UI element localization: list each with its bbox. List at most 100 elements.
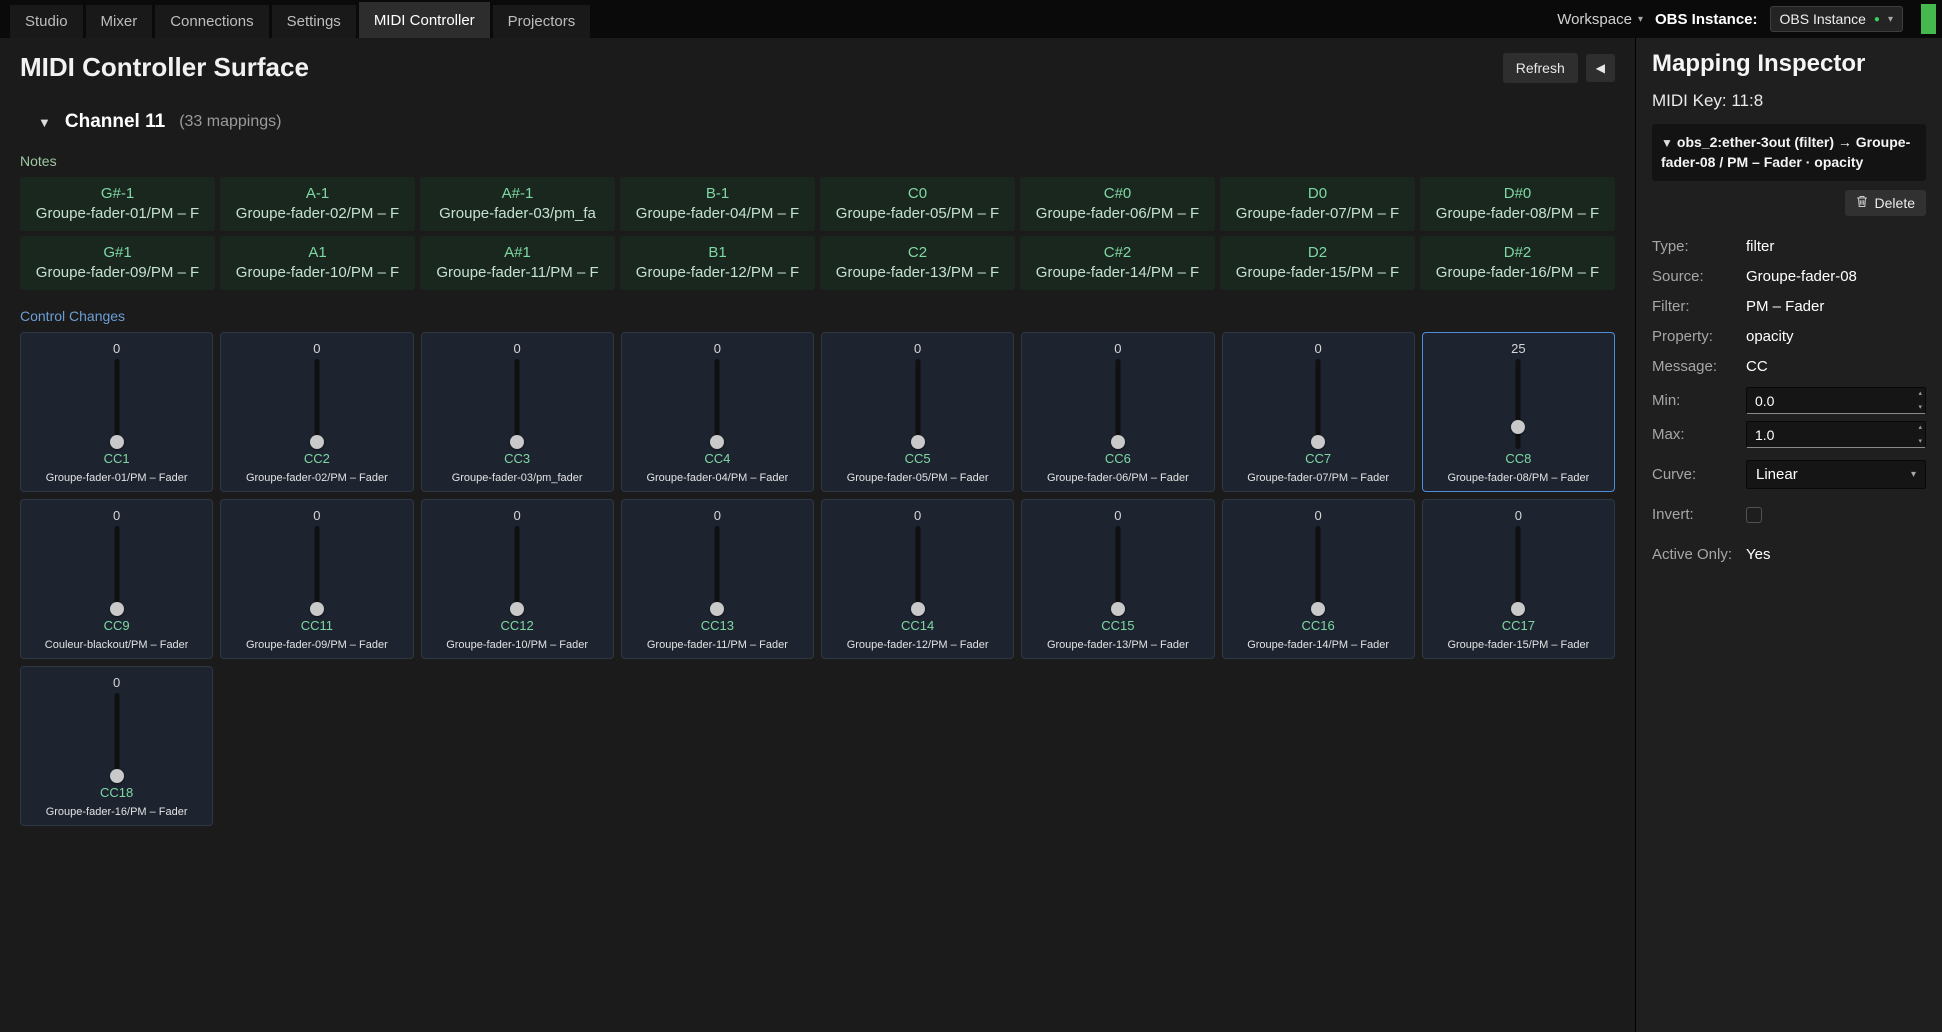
note-target: Groupe-fader-11/PM – F	[436, 264, 599, 281]
note-mapping-card[interactable]: C#0 Groupe-fader-06/PM – F	[1020, 177, 1215, 231]
spin-up-icon[interactable]: ▴	[1918, 424, 1922, 431]
cc-fader-slider[interactable]	[828, 359, 1007, 450]
note-mapping-card[interactable]: B1 Groupe-fader-12/PM – F	[620, 236, 815, 290]
note-mapping-card[interactable]: A#-1 Groupe-fader-03/pm_fa	[420, 177, 615, 231]
slider-thumb[interactable]	[109, 435, 124, 450]
cc-fader-slider[interactable]	[428, 359, 607, 450]
note-mapping-card[interactable]: G#1 Groupe-fader-09/PM – F	[20, 236, 215, 290]
cc-fader-card[interactable]: 0 CC14 Groupe-fader-12/PM – Fader	[821, 499, 1015, 659]
slider-thumb[interactable]	[910, 435, 925, 450]
cc-fader-slider[interactable]	[628, 526, 807, 617]
note-mapping-card[interactable]: C#2 Groupe-fader-14/PM – F	[1020, 236, 1215, 290]
cc-fader-card[interactable]: 0 CC1 Groupe-fader-01/PM – Fader	[20, 332, 214, 492]
slider-thumb[interactable]	[1110, 602, 1125, 617]
cc-value: 25	[1511, 341, 1526, 356]
cc-fader-slider[interactable]	[227, 526, 406, 617]
cc-fader-slider[interactable]	[27, 359, 206, 450]
max-input-field[interactable]	[1747, 422, 1925, 448]
slider-thumb[interactable]	[710, 602, 725, 617]
note-mapping-card[interactable]: A#1 Groupe-fader-11/PM – F	[420, 236, 615, 290]
obs-instance-select[interactable]: OBS Instance ● ▾	[1769, 6, 1903, 32]
invert-checkbox[interactable]	[1746, 506, 1762, 523]
cc-fader-slider[interactable]	[1028, 359, 1207, 450]
cc-fader-slider[interactable]	[1429, 526, 1608, 617]
slider-thumb[interactable]	[309, 602, 324, 617]
cc-value: 0	[313, 341, 321, 356]
cc-fader-card[interactable]: 0 CC12 Groupe-fader-10/PM – Fader	[420, 499, 614, 659]
cc-fader-card[interactable]: 0 CC11 Groupe-fader-09/PM – Fader	[220, 499, 414, 659]
cc-fader-card[interactable]: 0 CC2 Groupe-fader-02/PM – Fader	[220, 332, 414, 492]
delete-button[interactable]: Delete	[1844, 189, 1926, 216]
cc-fader-card[interactable]: 0 CC3 Groupe-fader-03/pm_fader	[420, 332, 614, 492]
note-name: C#2	[1103, 244, 1132, 261]
slider-thumb[interactable]	[309, 435, 324, 450]
slider-thumb[interactable]	[510, 602, 525, 617]
note-mapping-card[interactable]: D#0 Groupe-fader-08/PM – F	[1420, 177, 1615, 231]
tab-projectors[interactable]: Projectors	[492, 5, 591, 38]
note-mapping-card[interactable]: A1 Groupe-fader-10/PM – F	[220, 236, 415, 290]
tab-midi-controller[interactable]: MIDI Controller	[358, 2, 490, 38]
cc-value: 0	[513, 508, 521, 523]
cc-fader-card[interactable]: 0 CC4 Groupe-fader-04/PM – Fader	[620, 332, 814, 492]
tab-studio[interactable]: Studio	[10, 5, 83, 38]
cc-fader-slider[interactable]	[27, 693, 206, 784]
cc-fader-card[interactable]: 0 CC13 Groupe-fader-11/PM – Fader	[620, 499, 814, 659]
slider-thumb[interactable]	[1511, 419, 1526, 434]
cc-fader-card[interactable]: 25 CC8 Groupe-fader-08/PM – Fader	[1421, 332, 1615, 492]
note-mapping-card[interactable]: D#2 Groupe-fader-16/PM – F	[1420, 236, 1615, 290]
tab-mixer[interactable]: Mixer	[85, 5, 153, 38]
tab-settings[interactable]: Settings	[271, 5, 356, 38]
note-mapping-card[interactable]: C2 Groupe-fader-13/PM – F	[820, 236, 1015, 290]
cc-fader-card[interactable]: 0 CC16 Groupe-fader-14/PM – Fader	[1221, 499, 1415, 659]
cc-fader-slider[interactable]	[1028, 526, 1207, 617]
spin-up-icon[interactable]: ▴	[1918, 390, 1922, 397]
note-mapping-card[interactable]: B-1 Groupe-fader-04/PM – F	[620, 177, 815, 231]
slider-thumb[interactable]	[1311, 602, 1326, 617]
slider-thumb[interactable]	[710, 435, 725, 450]
note-mapping-card[interactable]: D0 Groupe-fader-07/PM – F	[1220, 177, 1415, 231]
cc-fader-slider[interactable]	[1429, 359, 1608, 450]
cc-fader-card[interactable]: 0 CC9 Couleur-blackout/PM – Fader	[20, 499, 214, 659]
cc-fader-slider[interactable]	[1229, 526, 1408, 617]
workspace-menu[interactable]: Workspace ▾	[1557, 11, 1643, 28]
cc-number: CC18	[100, 785, 134, 801]
slider-thumb[interactable]	[1311, 435, 1326, 450]
curve-select[interactable]: Linear ▾	[1746, 460, 1926, 490]
note-mapping-card[interactable]: C0 Groupe-fader-05/PM – F	[820, 177, 1015, 231]
collapse-inspector-button[interactable]: ◀	[1585, 53, 1615, 82]
min-input[interactable]: ▴ ▾	[1746, 387, 1926, 415]
slider-thumb[interactable]	[109, 769, 124, 784]
slider-thumb[interactable]	[510, 435, 525, 450]
cc-fader-card[interactable]: 0 CC6 Groupe-fader-06/PM – Fader	[1021, 332, 1215, 492]
cc-fader-card[interactable]: 0 CC15 Groupe-fader-13/PM – Fader	[1021, 499, 1215, 659]
note-mapping-card[interactable]: A-1 Groupe-fader-02/PM – F	[220, 177, 415, 231]
cc-fader-slider[interactable]	[828, 526, 1007, 617]
cc-fader-card[interactable]: 0 CC5 Groupe-fader-05/PM – Fader	[821, 332, 1015, 492]
slider-thumb[interactable]	[910, 602, 925, 617]
cc-fader-slider[interactable]	[1229, 359, 1408, 450]
note-mapping-card[interactable]: G#-1 Groupe-fader-01/PM – F	[20, 177, 215, 231]
slider-thumb[interactable]	[1110, 435, 1125, 450]
cc-fader-card[interactable]: 0 CC17 Groupe-fader-15/PM – Fader	[1421, 499, 1615, 659]
cc-fader-card[interactable]: 0 CC7 Groupe-fader-07/PM – Fader	[1221, 332, 1415, 492]
cc-fader-card[interactable]: 0 CC18 Groupe-fader-16/PM – Fader	[20, 666, 214, 826]
spin-down-icon[interactable]: ▾	[1918, 438, 1922, 445]
spin-down-icon[interactable]: ▾	[1918, 404, 1922, 411]
mapping-header[interactable]: ▼ obs_2:ether-3out (filter) → Groupe-fade…	[1652, 124, 1926, 181]
tab-connections[interactable]: Connections	[155, 5, 269, 38]
cc-fader-slider[interactable]	[428, 526, 607, 617]
slider-thumb[interactable]	[1511, 602, 1526, 617]
filter-value: PM – Fader	[1746, 298, 1825, 316]
note-target: Groupe-fader-10/PM – F	[235, 264, 400, 281]
cc-fader-slider[interactable]	[27, 526, 206, 617]
cc-fader-slider[interactable]	[227, 359, 406, 450]
note-mapping-card[interactable]: D2 Groupe-fader-15/PM – F	[1220, 236, 1415, 290]
min-input-field[interactable]	[1747, 388, 1925, 414]
notes-section-label: Notes	[20, 153, 57, 169]
slider-thumb[interactable]	[109, 602, 124, 617]
cc-fader-slider[interactable]	[628, 359, 807, 450]
max-input[interactable]: ▴ ▾	[1746, 421, 1926, 449]
channel-header[interactable]: ▼ Channel 11 (33 mappings)	[38, 111, 1615, 133]
refresh-button[interactable]: Refresh	[1502, 52, 1578, 83]
delete-row: Delete	[1652, 189, 1926, 216]
